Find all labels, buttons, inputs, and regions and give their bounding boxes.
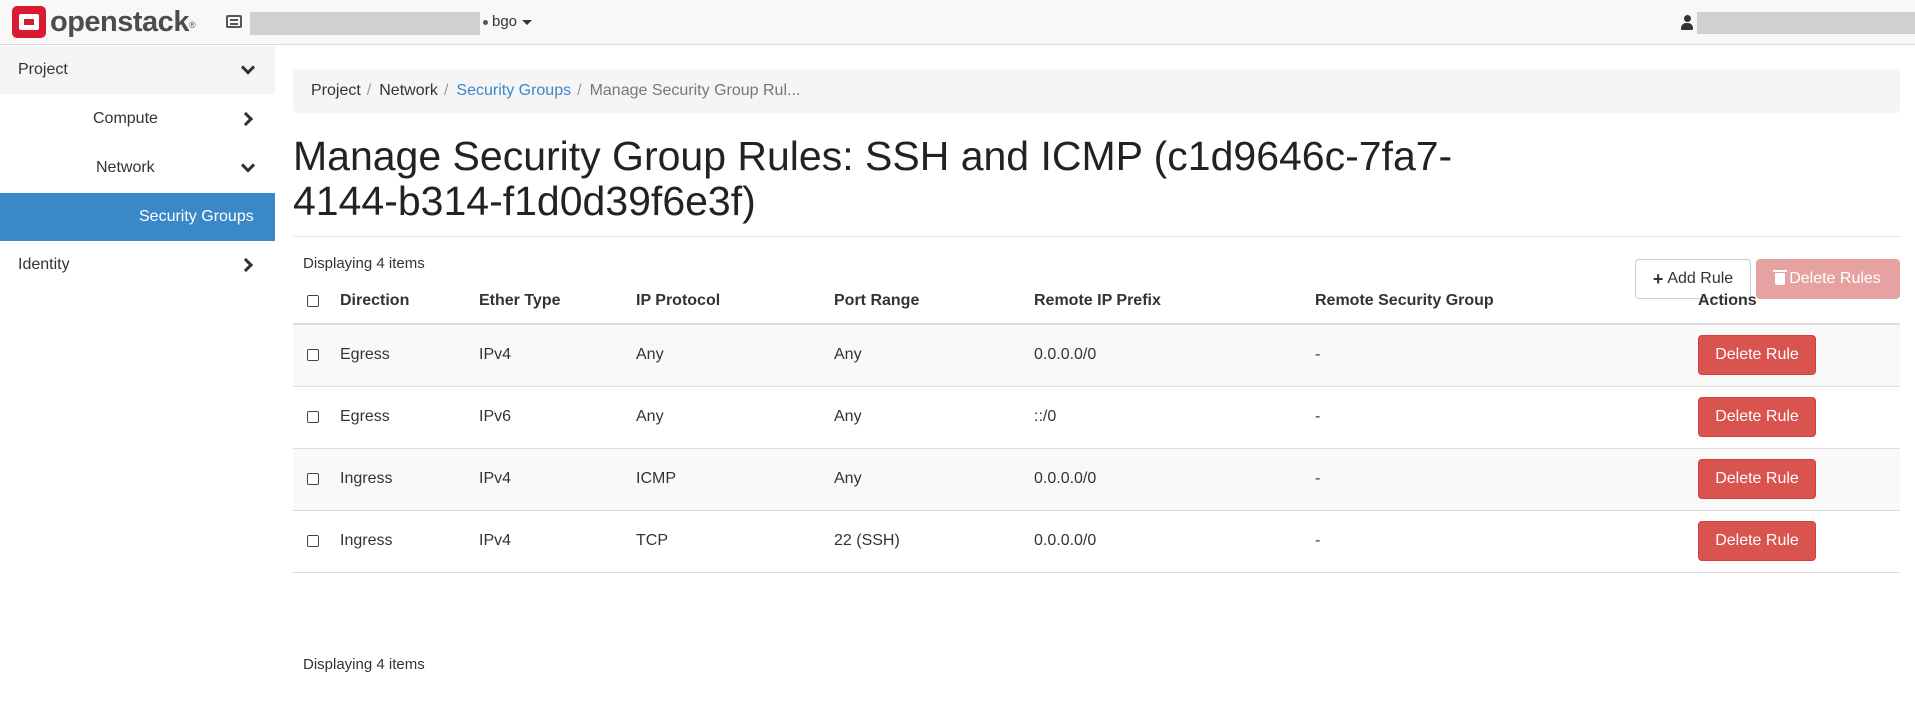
delete-rule-button[interactable]: Delete Rule	[1698, 397, 1816, 437]
page-title: Manage Security Group Rules: SSH and ICM…	[293, 134, 1593, 224]
cell-remote-ip-prefix: 0.0.0.0/0	[1034, 324, 1315, 387]
cell-remote-security-group: -	[1315, 510, 1698, 573]
brand-registered-mark: ®	[188, 20, 196, 30]
row-select-cell	[293, 386, 340, 449]
openstack-logo[interactable]: openstack ®	[12, 6, 196, 38]
column-header-ip-protocol[interactable]: IP Protocol	[636, 279, 834, 325]
row-select-cell	[293, 324, 340, 387]
cell-direction: Egress	[340, 324, 479, 387]
cell-actions: Delete Rule	[1698, 386, 1900, 449]
chevron-down-icon	[240, 60, 256, 75]
cell-remote-ip-prefix: 0.0.0.0/0	[1034, 510, 1315, 573]
cell-ip-protocol: ICMP	[636, 448, 834, 511]
chevron-down-icon	[240, 158, 256, 173]
column-header-actions: Actions	[1698, 279, 1900, 325]
column-header-remote-security-group[interactable]: Remote Security Group	[1315, 279, 1698, 325]
cell-remote-security-group: -	[1315, 448, 1698, 511]
breadcrumb-security-groups-link[interactable]: Security Groups	[456, 82, 571, 100]
cell-remote-ip-prefix: ::/0	[1034, 386, 1315, 449]
item-count-top: Displaying 4 items	[303, 255, 425, 272]
column-header-direction[interactable]: Direction	[340, 279, 479, 325]
breadcrumb-separator: /	[443, 82, 449, 99]
breadcrumb-current: Manage Security Group Rul...	[589, 82, 801, 99]
cell-ether-type: IPv4	[479, 510, 636, 573]
chevron-right-icon	[238, 257, 254, 273]
cell-port-range: Any	[834, 386, 1034, 449]
cell-ether-type: IPv6	[479, 386, 636, 449]
caret-down-icon	[522, 19, 533, 25]
table-row: Ingress IPv4 ICMP Any 0.0.0.0/0 - Delete…	[293, 448, 1900, 511]
delete-rule-button[interactable]: Delete Rule	[1698, 335, 1816, 376]
table-row: Egress IPv4 Any Any 0.0.0.0/0 - Delete R…	[293, 324, 1900, 387]
cell-port-range: 22 (SSH)	[834, 510, 1034, 573]
row-checkbox[interactable]	[307, 349, 319, 362]
table-row: Ingress IPv4 TCP 22 (SSH) 0.0.0.0/0 - De…	[293, 510, 1900, 573]
brand-name: openstack	[50, 5, 189, 38]
sidebar-item-label: Compute	[93, 110, 158, 127]
item-count-bottom: Displaying 4 items	[303, 656, 425, 673]
title-divider	[293, 236, 1900, 237]
sidebar-item-identity[interactable]: Identity	[0, 241, 275, 289]
cell-remote-ip-prefix: 0.0.0.0/0	[1034, 448, 1315, 511]
cell-direction: Egress	[340, 386, 479, 449]
sidebar-item-project[interactable]: Project	[0, 46, 275, 94]
breadcrumb: Project / Network / Security Groups / Manag…	[293, 69, 1900, 113]
chevron-right-icon	[238, 111, 254, 127]
delete-rule-button[interactable]: Delete Rule	[1698, 459, 1816, 499]
cell-direction: Ingress	[340, 510, 479, 573]
rules-table: Direction Ether Type IP Protocol Port Ra…	[293, 279, 1900, 573]
row-checkbox[interactable]	[307, 472, 319, 485]
region-label: bgo	[492, 13, 518, 30]
cell-port-range: Any	[834, 324, 1034, 387]
row-select-cell	[293, 448, 340, 511]
cell-actions: Delete Rule	[1698, 448, 1900, 511]
select-all-checkbox[interactable]	[307, 294, 319, 307]
cell-remote-security-group: -	[1315, 324, 1698, 387]
sidebar: Project Compute Network Security Groups …	[0, 46, 275, 727]
breadcrumb-network: Network	[379, 82, 438, 99]
openstack-logo-icon	[12, 6, 46, 38]
delete-rule-button[interactable]: Delete Rule	[1698, 521, 1816, 561]
bullet-icon	[483, 20, 488, 25]
page-title-line-2: 4144-b314-f1d0d39f6e3f)	[293, 178, 756, 224]
user-menu-redacted[interactable]	[1697, 12, 1915, 34]
breadcrumb-separator: /	[577, 82, 582, 99]
column-header-remote-ip-prefix[interactable]: Remote IP Prefix	[1034, 279, 1315, 325]
cell-ip-protocol: Any	[636, 386, 834, 449]
row-select-cell	[293, 510, 340, 573]
cell-actions: Delete Rule	[1698, 324, 1900, 387]
cell-ether-type: IPv4	[479, 448, 636, 511]
table-row: Egress IPv6 Any Any ::/0 - Delete Rule	[293, 386, 1900, 449]
select-all-cell	[293, 279, 340, 325]
cell-actions: Delete Rule	[1698, 510, 1900, 573]
cell-ip-protocol: Any	[636, 324, 834, 387]
cell-direction: Ingress	[340, 448, 479, 511]
user-icon[interactable]	[1681, 15, 1693, 30]
page-title-line-1: Manage Security Group Rules: SSH and ICM…	[293, 133, 1453, 179]
sidebar-item-label: Project	[18, 61, 68, 78]
top-navbar: openstack ® bgo	[0, 0, 1915, 45]
row-checkbox[interactable]	[307, 410, 319, 423]
cell-port-range: Any	[834, 448, 1034, 511]
sidebar-item-compute[interactable]: Compute	[0, 95, 275, 143]
sidebar-item-label: Identity	[18, 256, 70, 273]
cell-ether-type: IPv4	[479, 324, 636, 387]
breadcrumb-separator: /	[366, 82, 372, 99]
context-list-icon[interactable]	[226, 15, 242, 28]
sidebar-item-network[interactable]: Network	[0, 144, 275, 192]
table-header-row: Direction Ether Type IP Protocol Port Ra…	[293, 279, 1900, 325]
sidebar-item-label: Network	[96, 159, 155, 176]
region-selector[interactable]: bgo	[492, 13, 533, 30]
row-checkbox[interactable]	[307, 534, 319, 547]
sidebar-item-security-groups[interactable]: Security Groups	[0, 193, 275, 241]
breadcrumb-project: Project	[311, 82, 361, 99]
cell-remote-security-group: -	[1315, 386, 1698, 449]
column-header-ether-type[interactable]: Ether Type	[479, 279, 636, 325]
column-header-port-range[interactable]: Port Range	[834, 279, 1034, 325]
sidebar-item-label: Security Groups	[139, 208, 254, 225]
project-context-redacted[interactable]	[250, 12, 480, 35]
cell-ip-protocol: TCP	[636, 510, 834, 573]
